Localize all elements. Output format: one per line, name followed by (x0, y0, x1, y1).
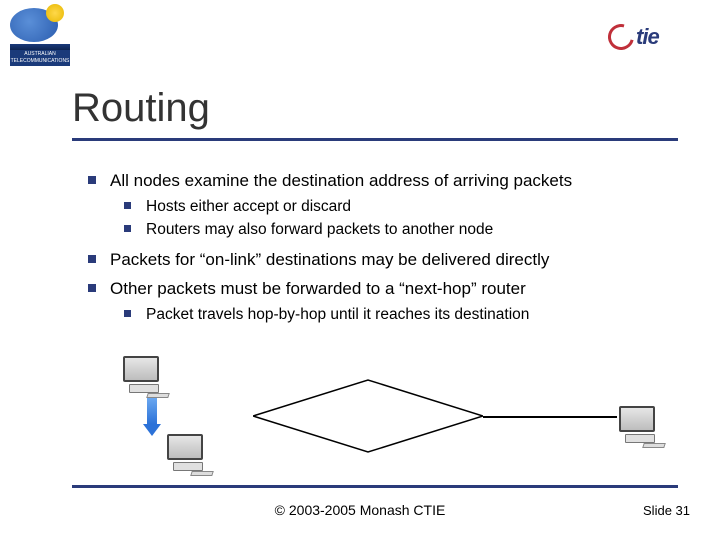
computer-icon (619, 406, 661, 446)
logo-left-caption: AUSTRALIAN TELECOMMUNICATIONS (10, 50, 70, 66)
bullet-1-1: Hosts either accept or discard (124, 197, 678, 217)
bullet-2: Packets for “on-link” destinations may b… (88, 249, 678, 270)
bullet-3: Other packets must be forwarded to a “ne… (88, 278, 678, 325)
logo-right-text: tie (636, 24, 659, 50)
copyright: © 2003-2005 Monash CTIE (0, 502, 720, 518)
bullet-1: All nodes examine the destination addres… (88, 170, 678, 241)
content: All nodes examine the destination addres… (88, 170, 678, 333)
bullet-3-1: Packet travels hop-by-hop until it reach… (124, 305, 678, 325)
ctie-c-icon (603, 19, 639, 55)
logo-australian-telecom: AUSTRALIAN TELECOMMUNICATIONS (10, 8, 70, 58)
logo-ctie: tie (608, 20, 698, 54)
page-title: Routing (72, 86, 210, 131)
link-line (483, 416, 617, 418)
bullet-1-text: All nodes examine the destination addres… (110, 171, 572, 190)
arrow-down-icon (145, 398, 159, 434)
computer-icon (167, 434, 209, 474)
bullet-1-2: Routers may also forward packets to anot… (124, 220, 678, 240)
network-diamond-icon (253, 378, 483, 454)
footer-rule (72, 485, 678, 488)
network-diagram (115, 360, 675, 475)
title-rule (72, 138, 678, 141)
bullet-3-text: Other packets must be forwarded to a “ne… (110, 279, 526, 298)
computer-icon (123, 356, 165, 396)
slide: AUSTRALIAN TELECOMMUNICATIONS tie Routin… (0, 0, 720, 540)
slide-number: Slide 31 (643, 503, 690, 518)
